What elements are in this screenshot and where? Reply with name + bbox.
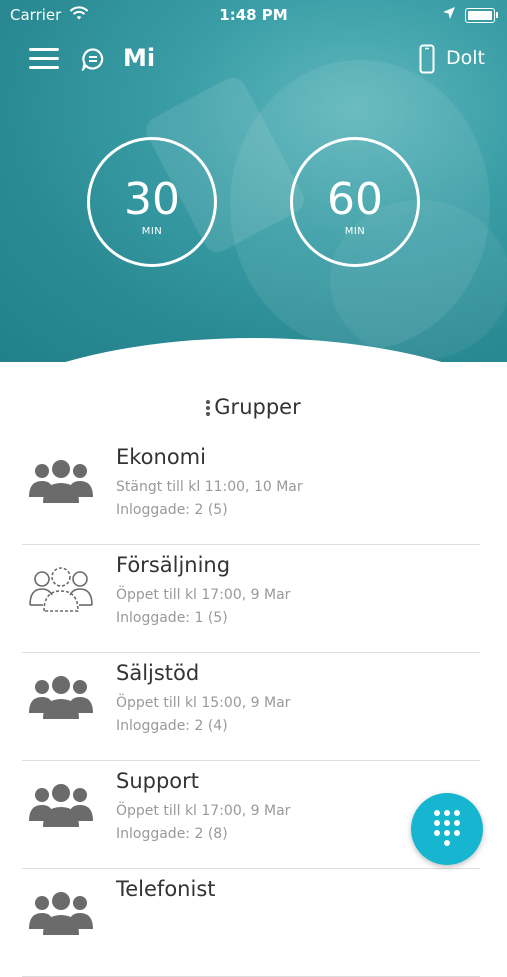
chat-bubble-icon[interactable]: [81, 47, 105, 75]
group-icon: [27, 889, 95, 941]
nav-bar: Mi Dolt: [0, 40, 507, 80]
dialpad-icon: [434, 810, 460, 848]
group-logged-in: Inloggade: 1 (5): [116, 610, 228, 626]
timer-unit: MIN: [344, 226, 366, 237]
group-name: Support: [116, 769, 200, 793]
group-name: Försäljning: [116, 553, 231, 577]
group-row[interactable]: Telefonist: [22, 869, 480, 977]
group-name: Säljstöd: [116, 661, 200, 685]
group-row[interactable]: Support Öppet till kl 17:00, 9 Mar Inlogga…: [22, 761, 480, 869]
group-status: Öppet till kl 17:00, 9 Mar: [116, 587, 291, 603]
groups-header[interactable]: Grupper: [0, 395, 507, 419]
group-name: Ekonomi: [116, 445, 206, 469]
timer-value: 60: [327, 174, 383, 225]
battery-icon: [465, 8, 498, 23]
location-arrow-icon: [442, 6, 456, 24]
group-outline-icon: [27, 565, 95, 617]
timer-value: 30: [124, 174, 180, 225]
groups-title: Grupper: [214, 395, 301, 419]
group-status: Öppet till kl 15:00, 9 Mar: [116, 695, 291, 711]
status-time: 1:48 PM: [219, 6, 288, 24]
group-row[interactable]: Ekonomi Stängt till kl 11:00, 10 Mar Inlog…: [22, 437, 480, 545]
timer-unit: MIN: [141, 226, 163, 237]
mobile-phone-icon[interactable]: [419, 44, 435, 78]
timer-30-button[interactable]: 30 MIN: [87, 137, 217, 267]
group-row[interactable]: Försäljning Öppet till kl 17:00, 9 Mar Inl…: [22, 545, 480, 653]
hamburger-menu-icon[interactable]: [29, 48, 59, 70]
group-status: Stängt till kl 11:00, 10 Mar: [116, 479, 303, 495]
group-logged-in: Inloggade: 2 (5): [116, 502, 228, 518]
group-icon: [27, 673, 95, 725]
group-icon: [27, 457, 95, 509]
more-vertical-icon: [206, 398, 211, 418]
status-bar: Carrier 1:48 PM: [0, 0, 507, 30]
dialpad-button[interactable]: [411, 793, 483, 865]
group-icon: [27, 781, 95, 833]
group-name: Telefonist: [116, 877, 216, 901]
user-title: Mi: [123, 44, 156, 72]
timer-60-button[interactable]: 60 MIN: [290, 137, 420, 267]
group-logged-in: Inloggade: 2 (8): [116, 826, 228, 842]
group-status: Öppet till kl 17:00, 9 Mar: [116, 803, 291, 819]
visibility-mode-label[interactable]: Dolt: [446, 47, 485, 69]
group-logged-in: Inloggade: 2 (4): [116, 718, 228, 734]
group-row[interactable]: Säljstöd Öppet till kl 15:00, 9 Mar Inlogg…: [22, 653, 480, 761]
